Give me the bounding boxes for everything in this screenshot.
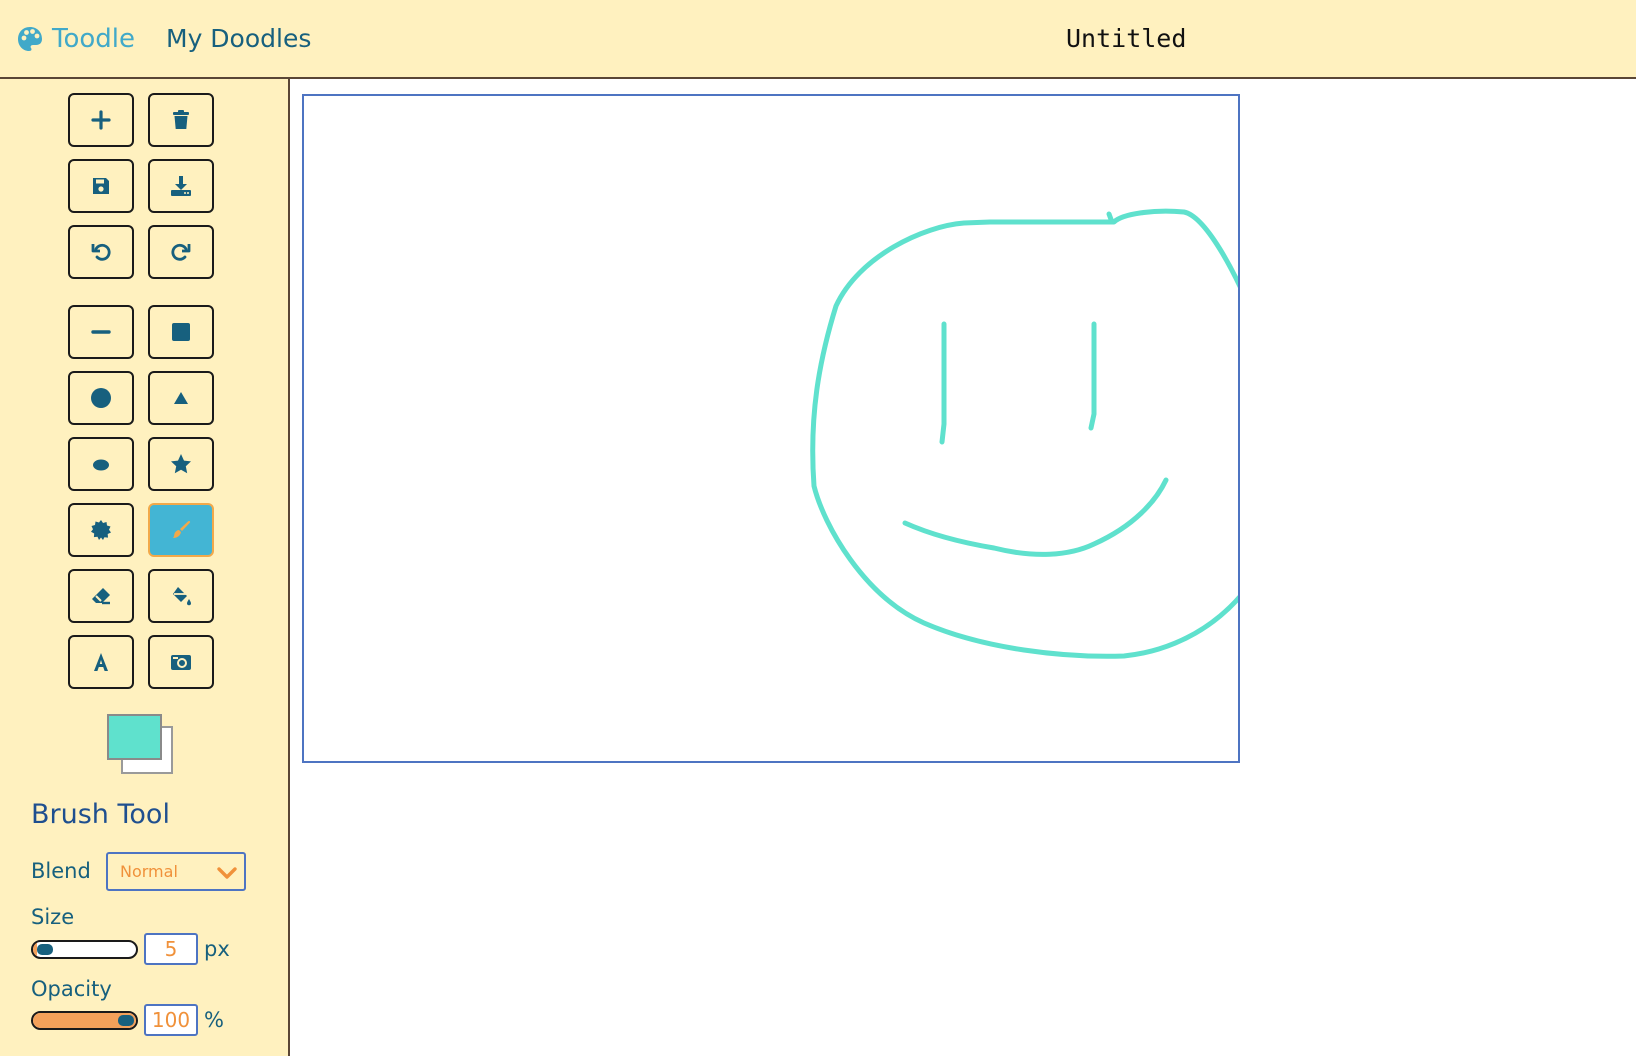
circle-tool-button[interactable] bbox=[68, 371, 134, 425]
fill-tool-button[interactable] bbox=[148, 569, 214, 623]
mouth-stroke bbox=[902, 477, 1169, 557]
line-icon bbox=[91, 330, 111, 334]
brand-name: Toodle bbox=[52, 24, 136, 54]
delete-button[interactable] bbox=[148, 93, 214, 147]
opacity-input[interactable]: 100 bbox=[144, 1004, 198, 1036]
ellipse-tool-button[interactable] bbox=[68, 437, 134, 491]
circle-icon bbox=[91, 388, 111, 408]
triangle-icon bbox=[174, 392, 188, 404]
tool-sidebar: Brush Tool Blend Normal Size 5 px Opacit… bbox=[0, 79, 290, 1056]
blend-mode-select[interactable]: Normal bbox=[106, 852, 246, 891]
size-unit: px bbox=[204, 937, 230, 961]
paintbrush-icon bbox=[173, 521, 191, 538]
rectangle-tool-button[interactable] bbox=[148, 305, 214, 359]
redo-button[interactable] bbox=[148, 225, 214, 279]
canvas-drawing bbox=[810, 208, 1238, 659]
opacity-slider-knob[interactable] bbox=[118, 1015, 134, 1026]
opacity-label: Opacity bbox=[31, 977, 112, 1001]
palette-icon bbox=[18, 27, 42, 51]
face-outline-stroke bbox=[810, 208, 1238, 659]
opacity-unit: % bbox=[204, 1008, 224, 1032]
save-button[interactable] bbox=[68, 159, 134, 213]
image-tool-button[interactable] bbox=[148, 635, 214, 689]
tool-panel-title: Brush Tool bbox=[31, 799, 170, 830]
triangle-tool-button[interactable] bbox=[148, 371, 214, 425]
size-label: Size bbox=[31, 905, 75, 929]
save-icon bbox=[93, 178, 109, 194]
document-title[interactable]: Untitled bbox=[1066, 20, 1306, 58]
opacity-slider[interactable] bbox=[31, 1011, 138, 1030]
size-slider-knob[interactable] bbox=[37, 944, 54, 955]
redo-icon bbox=[171, 243, 191, 261]
download-icon bbox=[171, 176, 191, 196]
trash-icon bbox=[173, 110, 189, 129]
color-swatches[interactable] bbox=[107, 714, 175, 774]
primary-color-swatch[interactable] bbox=[107, 714, 162, 760]
undo-icon bbox=[91, 243, 111, 261]
new-doodle-button[interactable] bbox=[68, 93, 134, 147]
right-eye-stroke bbox=[1088, 321, 1097, 431]
ellipse-icon bbox=[93, 459, 109, 471]
eraser-tool-button[interactable] bbox=[68, 569, 134, 623]
fill-bucket-icon bbox=[173, 587, 191, 606]
drawing-canvas[interactable] bbox=[302, 94, 1240, 763]
top-header: Toodle My Doodles Untitled bbox=[0, 0, 1636, 79]
size-slider[interactable] bbox=[31, 940, 138, 959]
star-icon bbox=[171, 454, 191, 474]
eraser-icon bbox=[92, 588, 110, 605]
download-button[interactable] bbox=[148, 159, 214, 213]
star-tool-button[interactable] bbox=[148, 437, 214, 491]
blend-label: Blend bbox=[31, 859, 91, 883]
size-input[interactable]: 5 bbox=[144, 933, 198, 965]
left-eye-stroke bbox=[939, 321, 947, 445]
blend-mode-value: Normal bbox=[120, 862, 178, 881]
burst-tool-button[interactable] bbox=[68, 503, 134, 557]
chevron-down-icon bbox=[217, 867, 237, 879]
burst-icon bbox=[91, 520, 111, 540]
brand-logo-link[interactable]: Toodle bbox=[16, 20, 135, 58]
text-icon bbox=[94, 653, 108, 671]
nav-my-doodles[interactable]: My Doodles bbox=[166, 20, 311, 58]
plus-icon bbox=[91, 110, 111, 130]
face-outline-tail bbox=[1106, 211, 1115, 225]
undo-button[interactable] bbox=[68, 225, 134, 279]
text-tool-button[interactable] bbox=[68, 635, 134, 689]
line-tool-button[interactable] bbox=[68, 305, 134, 359]
image-icon bbox=[171, 655, 191, 670]
brush-tool-button[interactable] bbox=[148, 503, 214, 557]
square-icon bbox=[172, 323, 190, 341]
